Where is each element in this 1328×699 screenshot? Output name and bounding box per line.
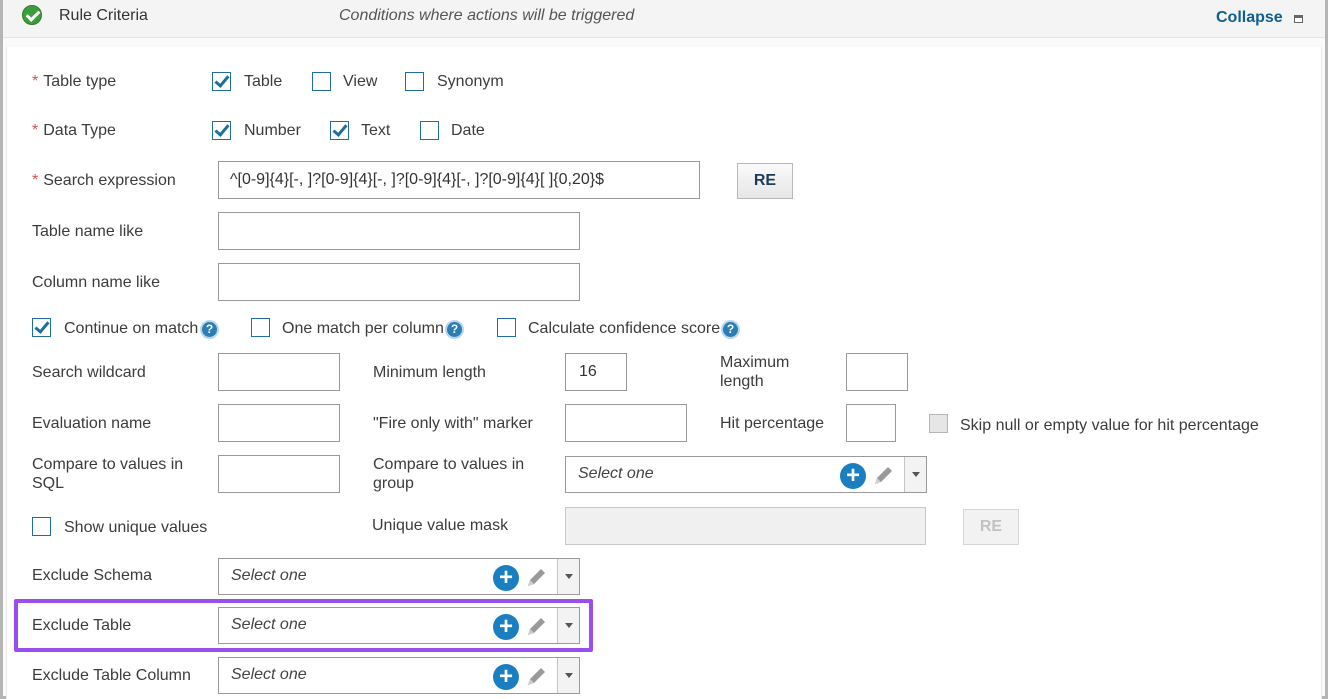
exclude-table-column-edit-icon[interactable] [522,663,550,691]
check-circle-icon [22,5,42,25]
maximum-length-label: Maximum length [720,354,790,390]
exclude-table-edit-icon[interactable] [522,613,550,641]
exclude-schema-edit-icon[interactable] [522,564,550,592]
unique-value-mask-input[interactable] [565,507,926,545]
data-type-number-label: Number [244,122,301,139]
column-name-like-label: Column name like [32,274,161,291]
exclude-schema-select[interactable]: Select one + [218,558,580,595]
section-subtitle: Conditions where actions will be trigger… [339,7,635,24]
search-expression-input[interactable] [218,161,700,199]
column-name-like-input[interactable] [218,263,580,301]
exclude-schema-dropdown-arrow[interactable] [557,559,579,594]
compare-sql-label: Compare to values in SQL [32,456,184,492]
hit-percentage-input[interactable] [846,404,896,442]
continue-on-match-checkbox[interactable] [32,318,51,337]
section-title: Rule Criteria [59,7,148,24]
exclude-table-add-icon[interactable]: + [493,614,519,640]
exclude-table-dropdown-arrow[interactable] [557,608,579,643]
table-type-synonym-checkbox[interactable] [405,72,424,91]
data-type-date-label: Date [451,122,485,139]
compare-group-edit-icon[interactable] [869,462,897,490]
table-name-like-label: Table name like [32,223,144,240]
maximum-length-input[interactable] [846,353,908,391]
search-expression-label: * Search expression [32,172,176,189]
one-match-per-column-help-icon[interactable]: ? [445,320,464,339]
table-type-table-checkbox[interactable] [212,72,231,91]
search-expression-re-button[interactable]: RE [737,163,793,199]
exclude-schema-add-icon[interactable]: + [493,565,519,591]
table-type-view-label: View [343,73,378,90]
calculate-confidence-help-icon[interactable]: ? [721,320,740,339]
evaluation-name-input[interactable] [218,404,340,442]
minimum-length-input[interactable] [565,353,627,391]
required-marker: * [32,122,39,139]
compare-group-add-icon[interactable]: + [840,463,866,489]
compare-group-label: Compare to values in group [373,456,525,492]
rule-criteria-header: Rule Criteria Conditions where actions w… [3,0,1325,38]
compare-group-select[interactable]: Select one + [565,456,927,493]
show-unique-values-label: Show unique values [64,519,208,536]
evaluation-name-label: Evaluation name [32,415,152,432]
skip-null-checkbox[interactable] [929,414,948,433]
required-marker: * [32,73,39,90]
table-type-view-checkbox[interactable] [312,72,331,91]
data-type-date-checkbox[interactable] [420,121,439,140]
collapse-link[interactable]: Collapse [1216,9,1283,27]
hit-percentage-label: Hit percentage [720,415,825,432]
exclude-table-column-select[interactable]: Select one + [218,657,580,694]
data-type-number-checkbox[interactable] [212,121,231,140]
exclude-table-column-placeholder: Select one [231,666,307,683]
unique-value-mask-re-button[interactable]: RE [963,509,1019,545]
minimum-length-label: Minimum length [373,364,486,381]
calculate-confidence-label: Calculate confidence score [528,320,721,337]
table-type-label: * Table type [32,73,117,90]
exclude-schema-label: Exclude Schema [32,567,153,584]
collapse-icon[interactable] [1294,15,1303,23]
one-match-per-column-checkbox[interactable] [251,318,270,337]
exclude-table-column-dropdown-arrow[interactable] [557,658,579,693]
compare-group-dropdown-arrow[interactable] [904,457,926,492]
calculate-confidence-checkbox[interactable] [497,318,516,337]
one-match-per-column-label: One match per column [282,320,444,337]
data-type-text-checkbox[interactable] [330,121,349,140]
data-type-label: * Data Type [32,122,116,139]
fire-only-with-marker-label: "Fire only with" marker [373,415,533,432]
data-type-text-label: Text [361,122,391,139]
exclude-table-select[interactable]: Select one + [218,607,580,644]
exclude-table-column-label: Exclude Table Column [32,667,191,684]
search-wildcard-label: Search wildcard [32,364,146,381]
exclude-schema-placeholder: Select one [231,567,307,584]
search-wildcard-input[interactable] [218,353,340,391]
table-type-synonym-label: Synonym [437,73,504,90]
unique-value-mask-label: Unique value mask [372,517,509,534]
compare-sql-input[interactable] [218,455,340,493]
compare-group-placeholder: Select one [578,465,654,482]
exclude-table-placeholder: Select one [231,616,307,633]
required-marker: * [32,172,39,189]
exclude-table-label: Exclude Table [32,617,132,634]
continue-on-match-help-icon[interactable]: ? [200,320,219,339]
show-unique-values-checkbox[interactable] [32,517,51,536]
exclude-table-column-add-icon[interactable]: + [493,664,519,690]
table-type-table-label: Table [244,73,283,90]
table-name-like-input[interactable] [218,212,580,250]
skip-null-label: Skip null or empty value for hit percent… [960,417,1259,434]
fire-only-with-marker-input[interactable] [565,404,687,442]
continue-on-match-label: Continue on match [64,320,199,337]
